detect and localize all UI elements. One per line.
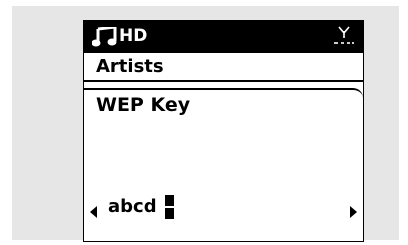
key-entry-value[interactable]: abcd [108, 196, 157, 217]
music-note-icon [91, 25, 118, 51]
arrow-right-icon[interactable] [349, 203, 357, 222]
key-entry-row[interactable]: abcd [84, 195, 363, 221]
arrow-left-icon[interactable] [90, 203, 98, 222]
lcd-screen: HD Artists WEP Key abcd [83, 20, 364, 242]
wifi-signal-icon [333, 25, 355, 51]
breadcrumb[interactable]: Artists [84, 54, 363, 82]
breadcrumb-label: Artists [96, 56, 164, 77]
source-label: HD [119, 26, 148, 46]
text-cursor [165, 195, 174, 219]
status-bar: HD [84, 21, 363, 53]
panel-title: WEP Key [96, 94, 191, 116]
device-frame: HD Artists WEP Key abcd [12, 6, 399, 242]
wep-key-panel: WEP Key abcd [84, 88, 363, 241]
